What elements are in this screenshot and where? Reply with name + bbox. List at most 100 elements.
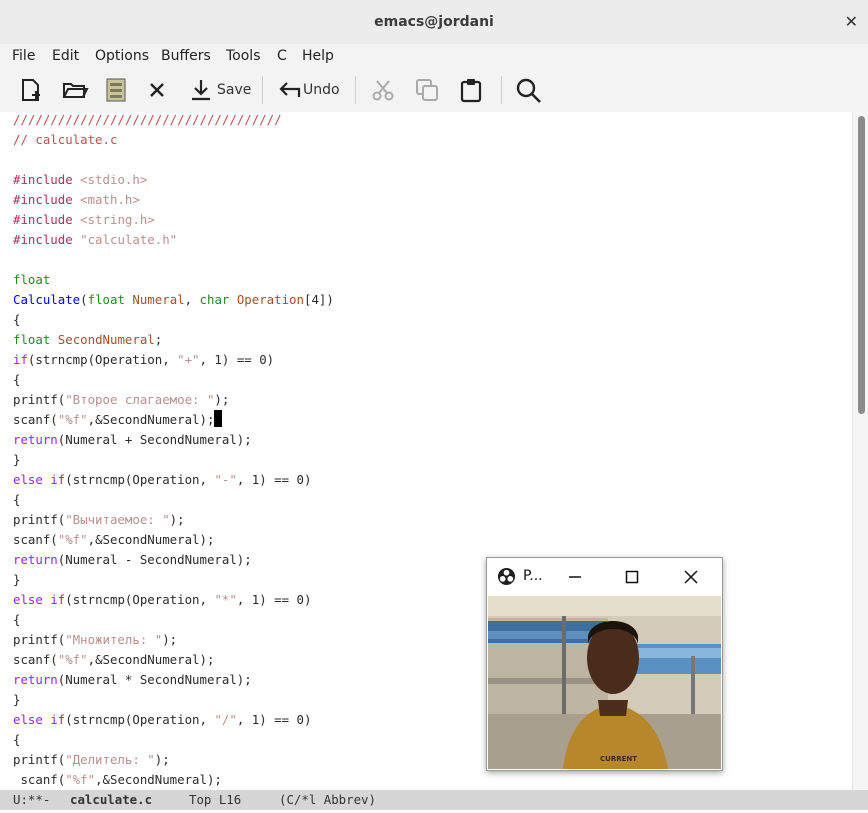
code-line: scanf("%f",&SecondNumeral); — [13, 650, 214, 670]
code-token: ); — [154, 752, 170, 767]
menu-c[interactable]: C — [277, 48, 287, 64]
buffer-name[interactable]: calculate.c — [70, 790, 152, 810]
search-button[interactable] — [515, 76, 543, 104]
code-token: ); — [162, 632, 178, 647]
code-token-string: "%f" — [65, 772, 96, 787]
minimize-icon[interactable] — [565, 567, 585, 587]
code-line: else if(strncmp(Operation, "-", 1) == 0) — [13, 470, 311, 490]
menu-bar: File Edit Options Buffers Tools C Help — [0, 44, 868, 68]
code-token: ,&SecondNumeral); — [95, 772, 222, 787]
code-token: (strncmp(Operation, — [27, 352, 178, 367]
code-token-keyword: if — [50, 472, 66, 487]
code-line: printf("Вычитаемое: "); — [13, 510, 185, 530]
code-token-variable: Numeral — [132, 292, 185, 307]
scrollbar-thumb[interactable] — [858, 116, 865, 414]
code-line: else if(strncmp(Operation, "*", 1) == 0) — [13, 590, 311, 610]
code-token: scanf( — [13, 652, 58, 667]
code-line: else if(strncmp(Operation, "/", 1) == 0) — [13, 710, 311, 730]
code-token-keyword: if — [50, 592, 66, 607]
code-editor[interactable]: //////////////////////////////////// // c… — [0, 112, 852, 790]
code-token-keyword: return — [13, 672, 58, 687]
code-token-type: float — [87, 292, 125, 307]
code-token: { — [13, 312, 21, 327]
mode-line: U:**- calculate.c Top L16 (C/*l Abbrev) — [0, 790, 868, 810]
new-file-icon — [22, 79, 40, 101]
code-token-keyword: return — [13, 432, 58, 447]
undo-label: Undo — [303, 82, 340, 98]
code-token: (strncmp(Operation, — [65, 472, 215, 487]
code-token: { — [13, 732, 21, 747]
code-line: return(Numeral + SecondNumeral); — [13, 430, 252, 450]
save-as-button[interactable] — [105, 76, 127, 104]
popup-titlebar: P... — [487, 558, 722, 595]
open-folder-button[interactable] — [61, 76, 89, 104]
close-buffer-button[interactable] — [147, 76, 167, 104]
paste-button[interactable] — [458, 76, 484, 104]
code-token-string: <math.h> — [80, 192, 140, 207]
code-token-type: float — [13, 332, 51, 347]
code-token: , — [184, 292, 200, 307]
undo-button[interactable]: Undo — [277, 76, 340, 104]
code-token: scanf( — [13, 532, 58, 547]
vertical-scrollbar[interactable] — [852, 112, 868, 790]
code-token: (Numeral * SecondNumeral); — [57, 672, 252, 687]
paste-icon — [460, 79, 482, 103]
search-icon — [516, 78, 541, 103]
toolbar: Save Undo — [0, 68, 868, 113]
code-token-preprocessor: #include — [13, 172, 81, 187]
code-token-string: "%f" — [57, 532, 88, 547]
code-token-string: "Множитель: " — [65, 632, 163, 647]
code-token-keyword: else — [13, 712, 43, 727]
cut-button[interactable] — [370, 76, 396, 104]
window-close-icon[interactable]: ✕ — [845, 12, 858, 31]
menu-edit[interactable]: Edit — [52, 48, 79, 64]
maximize-icon[interactable] — [622, 567, 642, 587]
code-token: ,&SecondNumeral); — [87, 412, 215, 427]
code-line: if(strncmp(Operation, "+", 1) == 0) — [13, 350, 274, 370]
code-line: { — [13, 310, 20, 330]
code-token-string: "Делитель: " — [65, 752, 155, 767]
code-token-type: float — [13, 272, 51, 287]
code-token-function: Calculate — [13, 292, 81, 307]
code-token-comment: //////////////////////////////////// — [13, 112, 282, 127]
cut-icon — [372, 80, 394, 101]
major-mode[interactable]: (C/*l Abbrev) — [279, 790, 376, 810]
menu-tools[interactable]: Tools — [226, 48, 261, 64]
cursor-position: Top L16 — [189, 792, 242, 807]
code-line: } — [13, 450, 20, 470]
code-token: (Numeral + SecondNumeral); — [57, 432, 252, 447]
webcam-preview-window[interactable]: P... CURRENT — [486, 557, 723, 771]
code-line: #include <stdio.h> — [13, 170, 147, 190]
menu-buffers[interactable]: Buffers — [161, 48, 211, 64]
code-token: (strncmp(Operation, — [65, 712, 215, 727]
code-token-comment: // calculate.c — [13, 132, 118, 147]
menu-file[interactable]: File — [12, 48, 35, 64]
code-token-string: "*" — [214, 592, 237, 607]
code-token: printf( — [13, 392, 66, 407]
toolbar-separator — [501, 76, 502, 104]
code-token-string: "Второе слагаемое: " — [65, 392, 215, 407]
code-line: float — [13, 270, 50, 290]
close-icon[interactable] — [681, 567, 701, 587]
code-token-type: char — [199, 292, 230, 307]
code-line: #include <math.h> — [13, 190, 140, 210]
code-token-string: "-" — [214, 472, 237, 487]
window-titlebar: emacs@jordani ✕ — [0, 0, 868, 45]
code-line: printf("Множитель: "); — [13, 630, 177, 650]
code-token-keyword: return — [13, 552, 58, 567]
code-line: float SecondNumeral; — [13, 330, 162, 350]
new-file-button[interactable] — [18, 76, 44, 104]
obs-icon — [497, 567, 516, 586]
code-token-variable: SecondNumeral — [57, 332, 155, 347]
save-button[interactable]: Save — [189, 76, 251, 104]
menu-help[interactable]: Help — [302, 48, 334, 64]
menu-options[interactable]: Options — [95, 48, 149, 64]
code-line: //////////////////////////////////// — [13, 112, 282, 130]
svg-text:CURRENT: CURRENT — [600, 755, 637, 763]
code-token: ); — [169, 512, 185, 527]
code-token: { — [13, 612, 21, 627]
code-line: scanf("%f",&SecondNumeral); — [13, 530, 214, 550]
copy-button[interactable] — [414, 76, 440, 104]
code-token: } — [13, 572, 21, 587]
code-token: ,&SecondNumeral); — [87, 652, 215, 667]
